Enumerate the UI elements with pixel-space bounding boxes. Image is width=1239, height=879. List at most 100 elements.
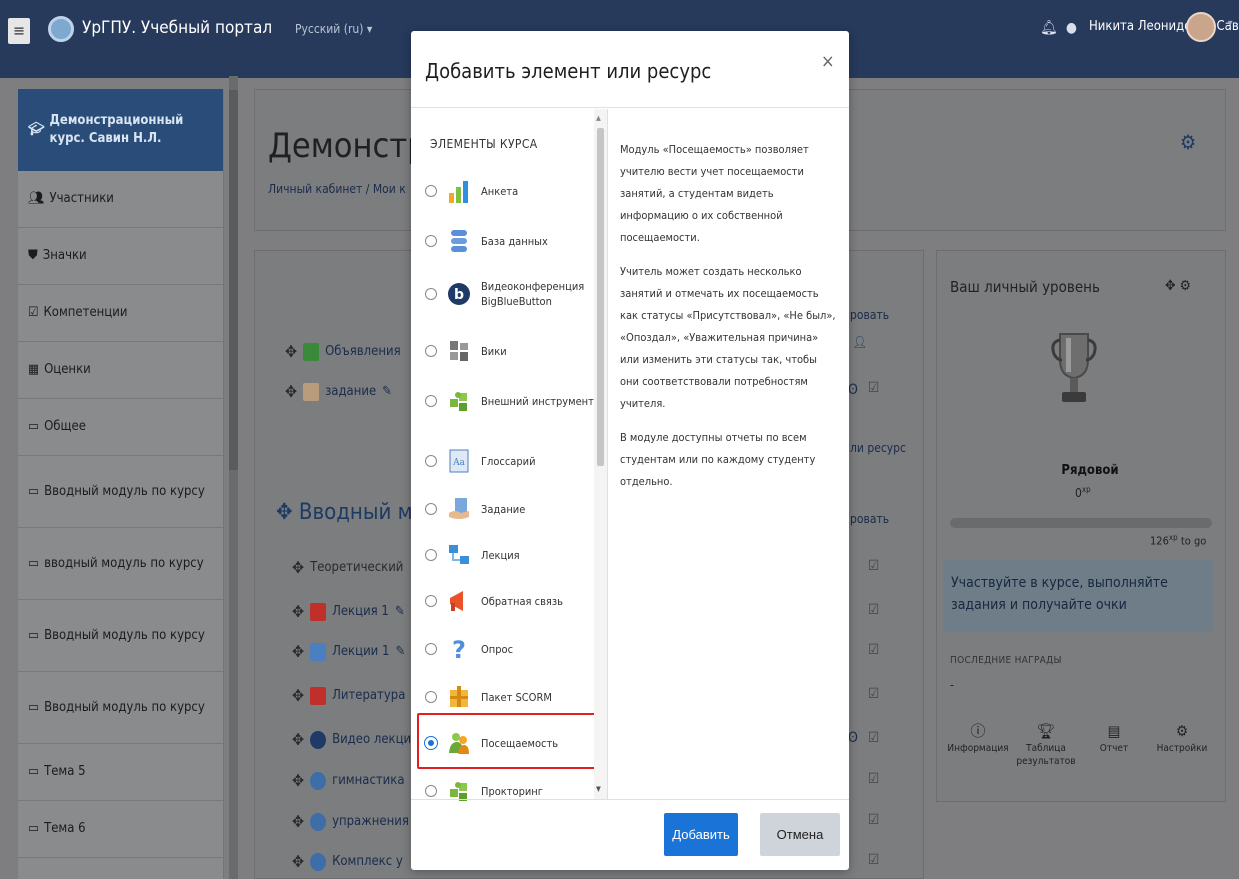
sidebar-item-course[interactable]: 🎓︎ Демонстрационный курс. Савин Н.Л. xyxy=(18,89,223,171)
language-menu[interactable]: Русский (ru) ▾ xyxy=(295,22,372,36)
module-option[interactable]: Лекция xyxy=(425,543,595,567)
activity-link[interactable]: Объявления xyxy=(325,344,401,359)
move-icon[interactable]: ✥ xyxy=(292,642,304,661)
completion-checkbox[interactable]: ☑ xyxy=(868,558,879,574)
activity-row[interactable]: ✥ Объявления xyxy=(285,342,401,361)
radio-button[interactable] xyxy=(425,395,437,407)
module-option[interactable]: Задание xyxy=(425,497,595,521)
move-icon[interactable]: ✥ xyxy=(285,382,297,401)
sidebar-item-section[interactable]: ▭ Вводный модуль по курсу xyxy=(18,600,223,672)
radio-button[interactable] xyxy=(425,549,437,561)
completion-checkbox[interactable]: ☑ xyxy=(868,812,879,828)
module-option[interactable]: Вики xyxy=(425,339,595,363)
module-option[interactable]: База данных xyxy=(425,229,595,253)
site-logo[interactable] xyxy=(48,16,74,42)
completion-checkbox[interactable]: ☑ xyxy=(868,642,879,658)
sidebar-item-participants[interactable]: 👥︎ Участники xyxy=(18,171,223,228)
scroll-down-icon[interactable]: ▼ xyxy=(596,785,601,793)
info-button[interactable]: ⓘ Информация xyxy=(945,724,1011,768)
activity-link[interactable]: Лекция 1 xyxy=(332,604,389,619)
activity-link[interactable]: упражнения xyxy=(332,814,409,829)
move-icon[interactable]: ✥ xyxy=(292,852,304,871)
activity-link[interactable]: Видео лекци xyxy=(332,732,411,747)
sidebar-item-topic[interactable]: ▭ Тема 6 xyxy=(18,801,223,858)
report-button[interactable]: ▤ Отчет xyxy=(1081,724,1147,768)
completion-checkbox[interactable]: ☑ xyxy=(868,852,879,868)
move-icon[interactable]: ✥ xyxy=(292,730,304,749)
leaderboard-button[interactable]: 🏆︎ Таблица результатов xyxy=(1013,724,1079,768)
module-option[interactable]: Пакет SCORM xyxy=(425,685,595,709)
edit-link[interactable]: ровать xyxy=(850,512,889,526)
scroll-up-icon[interactable]: ▲ xyxy=(596,114,601,122)
activity-link[interactable]: гимнастика xyxy=(332,773,404,788)
sidebar-item-section[interactable]: ▭ вводный модуль по курсу xyxy=(18,528,223,600)
sidebar-item-competencies[interactable]: ☑ Компетенции xyxy=(18,285,223,342)
module-option[interactable]: Анкета xyxy=(425,179,595,203)
module-option[interactable]: ? Опрос xyxy=(425,637,595,661)
completion-checkbox[interactable]: ☑ xyxy=(868,771,879,787)
avatar[interactable] xyxy=(1186,12,1216,42)
module-option[interactable]: Обратная связь xyxy=(425,589,595,613)
module-option[interactable]: Внешний инструмент xyxy=(425,389,595,413)
chevron-down-icon[interactable]: ▾ xyxy=(1228,18,1233,29)
sidebar-item-section[interactable]: ▭ Вводный модуль по курсу xyxy=(18,672,223,744)
radio-button[interactable] xyxy=(425,691,437,703)
activity-link[interactable]: Литература xyxy=(332,688,405,703)
modules-scroll-thumb[interactable] xyxy=(597,128,604,466)
move-icon[interactable]: ✥ xyxy=(292,602,304,621)
activity-row[interactable]: ✥ Литература xyxy=(292,686,405,705)
add-activity-link[interactable]: или ресурс xyxy=(843,441,906,455)
move-icon[interactable]: ✥ xyxy=(285,342,297,361)
completion-checkbox[interactable]: ☑ xyxy=(868,602,879,618)
user-name[interactable]: Никита Леонидович Савин xyxy=(1089,19,1239,34)
activity-link[interactable]: Лекции 1 xyxy=(332,644,389,659)
move-icon[interactable]: ✥ xyxy=(292,812,304,831)
radio-button[interactable] xyxy=(425,455,437,467)
eye-icon[interactable]: ʘ xyxy=(848,382,858,398)
pencil-icon[interactable]: ✎ xyxy=(395,644,405,659)
pencil-icon[interactable]: ✎ xyxy=(382,384,392,399)
users-icon[interactable]: 👤︎ xyxy=(852,335,867,349)
radio-button[interactable] xyxy=(425,785,437,797)
activity-row[interactable]: ✥ гимнастика xyxy=(292,771,405,790)
settings-button[interactable]: ⚙ Настройки xyxy=(1149,724,1215,768)
activity-row[interactable]: ✥ Лекции 1 ✎ xyxy=(292,642,405,661)
activity-row[interactable]: ✥ упражнения xyxy=(292,812,409,831)
move-icon[interactable]: ✥ xyxy=(1165,278,1176,294)
module-option[interactable]: b Видеоконференция BigBlueButton xyxy=(425,279,595,309)
activity-row[interactable]: ✥ Лекция 1 ✎ xyxy=(292,602,405,621)
sidebar-scroll-thumb[interactable] xyxy=(229,90,238,470)
radio-button[interactable] xyxy=(425,235,437,247)
completion-checkbox[interactable]: ☑ xyxy=(868,730,879,746)
radio-button[interactable] xyxy=(425,503,437,515)
move-icon[interactable]: ✥ xyxy=(292,558,304,577)
gear-icon[interactable]: ⚙ xyxy=(1180,278,1191,294)
pencil-icon[interactable]: ✎ xyxy=(395,604,405,619)
gear-icon[interactable]: ⚙ xyxy=(1180,130,1196,154)
module-option[interactable]: Aa Глоссарий xyxy=(425,449,595,473)
activity-link[interactable]: Комплекс у xyxy=(332,854,403,869)
activity-row[interactable]: ✥ Комплекс у xyxy=(292,852,403,871)
edit-link[interactable]: ровать xyxy=(850,308,889,322)
chat-icon[interactable]: ● xyxy=(1066,20,1077,36)
activity-row[interactable]: ✥ Видео лекци xyxy=(292,730,411,749)
activity-row[interactable]: ✥ задание ✎ xyxy=(285,382,392,401)
close-icon[interactable]: × xyxy=(821,51,835,72)
cancel-button[interactable]: Отмена xyxy=(760,813,840,856)
radio-button[interactable] xyxy=(425,288,437,300)
breadcrumb[interactable]: Личный кабинет / Мои к xyxy=(268,182,406,196)
block-controls[interactable]: ✥ ⚙ xyxy=(1165,278,1191,294)
bell-icon[interactable]: 🔔︎ xyxy=(1040,20,1058,36)
sidebar-item-badges[interactable]: ⛊ Значки xyxy=(18,228,223,285)
site-name[interactable]: УрГПУ. Учебный портал xyxy=(82,18,272,38)
completion-checkbox[interactable]: ☑ xyxy=(868,380,879,396)
radio-button[interactable] xyxy=(425,595,437,607)
activity-row[interactable]: ✥ Теоретический xyxy=(292,558,403,577)
sidebar-item-general[interactable]: ▭ Общее xyxy=(18,399,223,456)
sidebar-item-topic[interactable]: ▭ Тема 5 xyxy=(18,744,223,801)
move-icon[interactable]: ✥ xyxy=(292,686,304,705)
activity-link[interactable]: Теоретический xyxy=(310,560,403,575)
sidebar-item-grades[interactable]: ▦ Оценки xyxy=(18,342,223,399)
radio-button[interactable] xyxy=(425,345,437,357)
eye-icon[interactable]: ʘ xyxy=(848,730,858,746)
